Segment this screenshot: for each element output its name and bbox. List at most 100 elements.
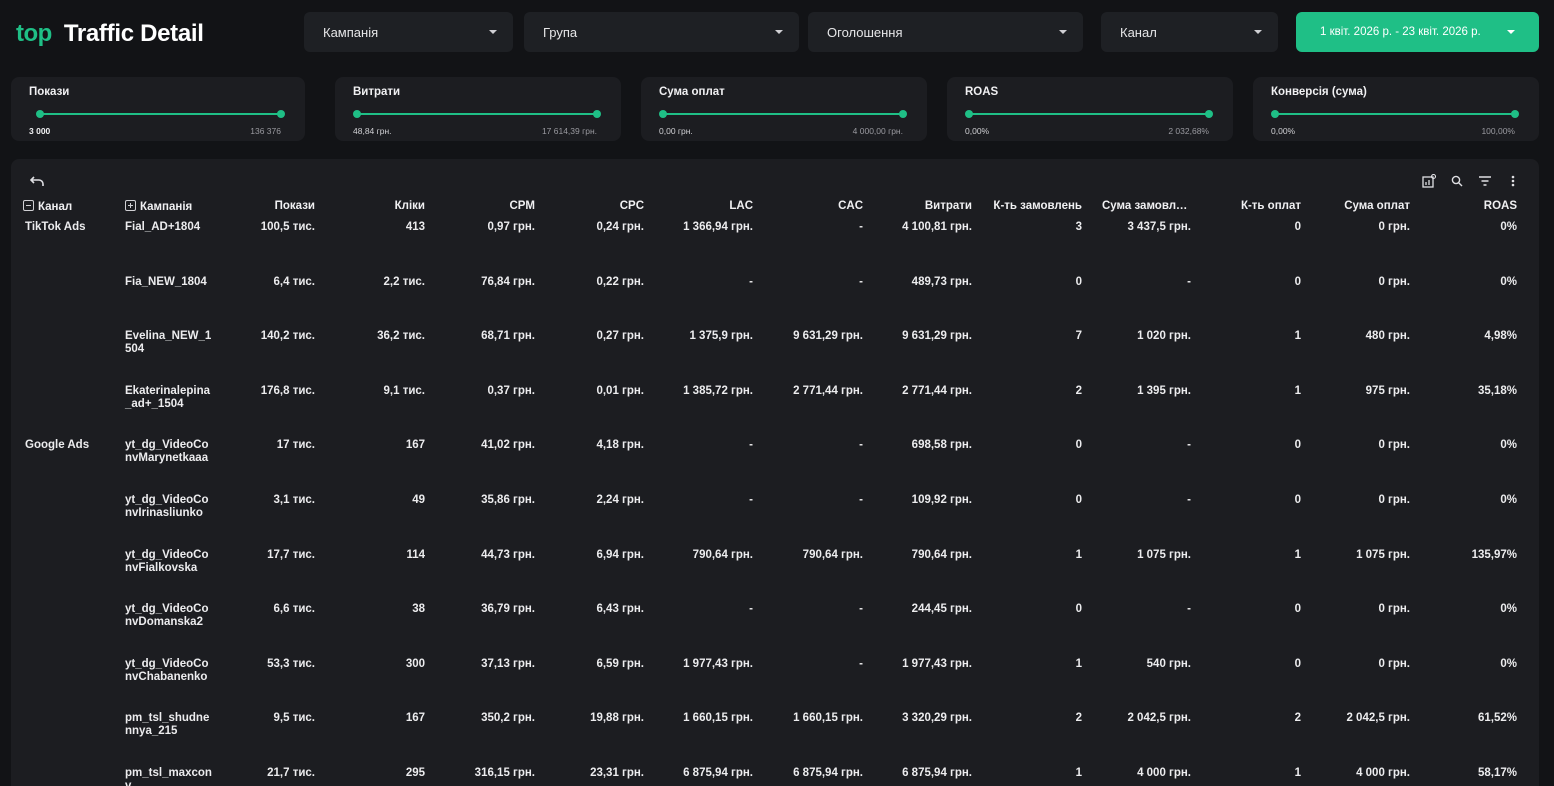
cell-payments-count: 1 xyxy=(1294,330,1301,343)
column-header-clicks[interactable]: Кліки xyxy=(325,195,435,217)
cell-shows: 17 тис. xyxy=(276,439,315,452)
cell-orders-count: 3 xyxy=(1075,221,1082,233)
cell-cpc: 6,59 грн. xyxy=(596,657,644,670)
cell-payments-count: 0 xyxy=(1294,275,1301,288)
table-row[interactable]: Google Ads yt_dg_VideoConvMarynetkaaa 17 т… xyxy=(11,435,1539,490)
range-filter-payments-sum: Сума оплат 0,00 грн. 4 000,00 грн. xyxy=(641,77,927,141)
table-row[interactable]: Ekaterinalepina_ad+_1504 176,8 тис. 9,1 ти… xyxy=(11,381,1539,436)
cell-channel: TikTok Ads xyxy=(25,221,86,233)
collapse-icon[interactable] xyxy=(23,199,34,211)
column-header-cac[interactable]: CAC xyxy=(763,195,873,217)
table-row[interactable]: TikTok Ads Fial_AD+1804 100,5 тис. 413 0,97 … xyxy=(11,217,1539,272)
column-header-shows[interactable]: Покази xyxy=(225,195,325,217)
brand: top Traffic Detail xyxy=(16,20,204,48)
cell-spend: 2 771,44 грн. xyxy=(902,384,972,397)
cell-cpc: 2,24 грн. xyxy=(596,493,644,506)
range-slider-max-handle[interactable] xyxy=(1205,110,1213,118)
cell-channel: Google Ads xyxy=(25,439,90,452)
column-header-payments-count[interactable]: К-ть оплат xyxy=(1201,195,1311,217)
table-row[interactable]: yt_dg_VideoConvDomanska2 6,6 тис. 38 36,79 … xyxy=(11,599,1539,654)
column-header-roas[interactable]: ROAS xyxy=(1420,195,1539,217)
campaign-dropdown[interactable]: Кампанія xyxy=(304,12,513,52)
traffic-table-panel: Канал Кампанія Покази Кліки CPM CPC LAC … xyxy=(11,159,1539,786)
range-slider-min-handle[interactable] xyxy=(659,110,667,118)
cell-clicks: 413 xyxy=(405,221,425,233)
cell-lac: - xyxy=(749,439,753,452)
ad-dropdown[interactable]: Оголошення xyxy=(808,12,1083,52)
chart-settings-icon[interactable] xyxy=(1421,173,1437,189)
table-row[interactable]: Fia_NEW_1804 6,4 тис. 2,2 тис. 76,84 грн. 0,… xyxy=(11,272,1539,327)
column-header-cpm[interactable]: CPM xyxy=(435,195,545,217)
filter-icon[interactable] xyxy=(1477,173,1493,189)
cell-cpm: 37,13 грн. xyxy=(481,657,535,670)
range-filter-max: 2 032,68% xyxy=(1168,126,1209,136)
range-slider-min-handle[interactable] xyxy=(1271,110,1279,118)
table-row[interactable]: Evelina_NEW_1504 140,2 тис. 36,2 тис. 68,71… xyxy=(11,326,1539,381)
cell-payments-sum: 480 грн. xyxy=(1365,330,1410,343)
chevron-down-icon xyxy=(1254,30,1262,34)
column-header-campaign[interactable]: Кампанія xyxy=(115,195,225,217)
cell-cpm: 36,79 грн. xyxy=(481,603,535,616)
chevron-down-icon xyxy=(489,30,497,34)
range-slider-min-handle[interactable] xyxy=(353,110,361,118)
group-dropdown[interactable]: Група xyxy=(524,12,799,52)
cell-orders-sum: 1 075 грн. xyxy=(1137,548,1191,561)
cell-spend: 9 631,29 грн. xyxy=(902,330,972,343)
cell-payments-count: 0 xyxy=(1294,603,1301,616)
cell-clicks: 167 xyxy=(405,712,425,725)
cell-spend: 3 320,29 грн. xyxy=(902,712,972,725)
cell-orders-count: 7 xyxy=(1075,330,1082,343)
cell-lac: 1 385,72 грн. xyxy=(683,384,753,397)
cell-cac: - xyxy=(859,275,863,288)
table-toolbar xyxy=(1421,173,1521,189)
table-row[interactable]: yt_dg_VideoConvFialkovska 17,7 тис. 114 44,… xyxy=(11,545,1539,600)
zoom-search-icon[interactable] xyxy=(1449,173,1465,189)
cell-orders-count: 0 xyxy=(1075,275,1082,288)
range-slider-track[interactable] xyxy=(1271,110,1519,118)
range-slider-max-handle[interactable] xyxy=(277,110,285,118)
cell-lac: - xyxy=(749,493,753,506)
column-header-lac[interactable]: LAC xyxy=(654,195,763,217)
cell-channel xyxy=(11,326,115,381)
more-vertical-icon[interactable] xyxy=(1505,173,1521,189)
range-slider-track[interactable] xyxy=(965,110,1213,118)
cell-lac: 1 977,43 грн. xyxy=(683,657,753,670)
column-header-orders-count[interactable]: К-ть замовлень xyxy=(982,195,1092,217)
cell-orders-count: 1 xyxy=(1075,548,1082,561)
range-slider-max-handle[interactable] xyxy=(1511,110,1519,118)
column-header-orders-sum[interactable]: Сума замовле... xyxy=(1092,195,1201,217)
range-filter-max: 100,00% xyxy=(1481,126,1515,136)
cell-orders-sum: 3 437,5 грн. xyxy=(1127,221,1191,233)
cell-lac: 790,64 грн. xyxy=(692,548,753,561)
date-range-picker[interactable]: 1 квіт. 2026 р. - 23 квіт. 2026 р. xyxy=(1296,12,1539,52)
range-slider-track[interactable] xyxy=(36,110,285,118)
range-slider-track[interactable] xyxy=(353,110,601,118)
range-filter-label: Витрати xyxy=(353,86,401,98)
expand-icon[interactable] xyxy=(125,199,136,211)
table-row[interactable]: yt_dg_VideoConvChabanenko 53,3 тис. 300 37,… xyxy=(11,654,1539,709)
table-row[interactable]: yt_dg_VideoConvIrinasliunko 3,1 тис. 49 35,… xyxy=(11,490,1539,545)
cell-payments-sum: 0 грн. xyxy=(1378,221,1410,233)
cell-shows: 3,1 тис. xyxy=(273,493,315,506)
range-slider-max-handle[interactable] xyxy=(593,110,601,118)
range-slider-min-handle[interactable] xyxy=(36,110,44,118)
range-filter-conversion: Конверсія (сума) 0,00% 100,00% xyxy=(1253,77,1539,141)
table-row[interactable]: pm_tsl_shudnennya_215 9,5 тис. 167 350,2 гр… xyxy=(11,708,1539,763)
column-header-cpc[interactable]: CPC xyxy=(545,195,654,217)
table-row[interactable]: pm_tsl_maxconv 21,7 тис. 295 316,15 грн. 23,… xyxy=(11,763,1539,786)
undo-icon[interactable] xyxy=(29,174,46,188)
column-header-payments-sum[interactable]: Сума оплат xyxy=(1311,195,1420,217)
cell-clicks: 114 xyxy=(406,548,425,561)
column-header-channel[interactable]: Канал xyxy=(11,195,115,217)
cell-campaign: yt_dg_VideoConvChabanenko xyxy=(125,657,209,683)
column-header-spend[interactable]: Витрати xyxy=(873,195,982,217)
cell-cpm: 68,71 грн. xyxy=(481,330,535,343)
cell-channel xyxy=(11,545,115,600)
channel-dropdown[interactable]: Канал xyxy=(1101,12,1278,52)
range-slider-min-handle[interactable] xyxy=(965,110,973,118)
range-slider-track[interactable] xyxy=(659,110,907,118)
cell-cpc: 0,22 грн. xyxy=(596,275,644,288)
cell-payments-sum: 0 грн. xyxy=(1378,439,1410,452)
cell-clicks: 36,2 тис. xyxy=(377,330,425,343)
range-slider-max-handle[interactable] xyxy=(899,110,907,118)
